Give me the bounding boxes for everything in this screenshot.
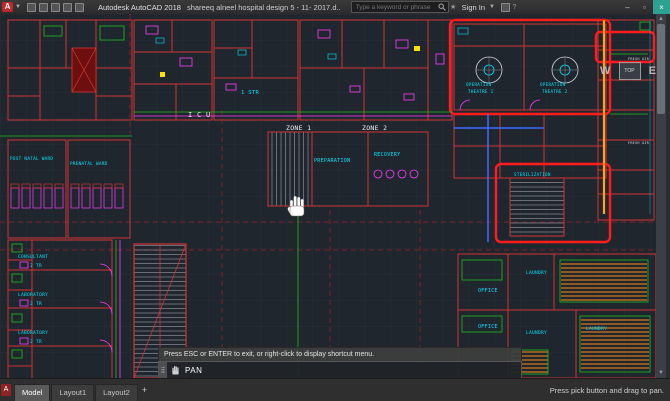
room-label: STERILIZATION [514, 172, 551, 177]
room-label: LABORATORY [18, 330, 48, 336]
scroll-up-icon[interactable]: ▲ [656, 14, 666, 24]
save-icon[interactable] [50, 2, 60, 12]
share-icon[interactable] [500, 2, 510, 12]
infocenter-search[interactable] [350, 1, 449, 13]
restore-button[interactable]: ▫ [636, 0, 653, 14]
room-label: CONSULTANT [18, 254, 48, 260]
tab-model[interactable]: Model [14, 384, 51, 401]
room-label: PRENATAL WARD [70, 161, 108, 167]
window-controls: – ▫ × [619, 0, 670, 14]
statusbar-hint: Press pick button and drag to pan. [549, 385, 664, 395]
search-icon[interactable] [438, 3, 447, 12]
search-input[interactable] [353, 2, 438, 12]
pan-command-icon [171, 365, 180, 375]
room-label: LAUNDRY [586, 326, 607, 332]
minimize-button[interactable]: – [619, 0, 636, 14]
drawing-canvas[interactable]: I C U 1 STR ZONE 1 ZONE 2 PREPARATION RECOVER… [0, 14, 656, 378]
room-label: OPERATION [540, 82, 566, 87]
titlebar: A ▼ Autodesk AutoCAD 2018 shareeq alneel… [0, 0, 670, 14]
sign-in-button[interactable]: Sign In ▼ [462, 3, 497, 12]
room-label: OFFICE [478, 288, 498, 294]
command-panel: Press ESC or ENTER to exit, or right-cli… [158, 347, 522, 379]
room-label: OPERATION [466, 82, 492, 87]
viewcube-west[interactable]: W [600, 65, 610, 77]
floor-plan: I C U 1 STR ZONE 1 ZONE 2 PREPARATION RECOVER… [0, 14, 656, 378]
tab-layout2[interactable]: Layout2 [95, 384, 138, 401]
statusbar: A Model Layout1 Layout2 + Press pick butto… [0, 378, 670, 401]
app-title: Autodesk AutoCAD 2018 [97, 2, 181, 12]
command-history-line: Press ESC or ENTER to exit, or right-cli… [158, 347, 522, 361]
autocad-logo-icon[interactable]: A [2, 2, 13, 12]
room-label: POST NATAL WARD [10, 156, 53, 162]
scrollbar-thumb[interactable] [657, 24, 665, 114]
room-label: THEATRE 1 [468, 89, 494, 94]
room-label: LAUNDRY [526, 270, 547, 276]
room-label: 2 TR [30, 339, 42, 345]
document-title: shareeq alneel hospital design 5 - 11- 2… [186, 2, 341, 12]
room-label: RECOVERY [374, 152, 400, 158]
room-label: I C U [188, 111, 211, 119]
room-label: PREPARATION [314, 158, 350, 164]
room-label: FRESH AIR [628, 141, 650, 145]
open-file-icon[interactable] [38, 2, 48, 12]
star-icon[interactable]: ★ [449, 3, 458, 12]
redo-icon[interactable] [74, 2, 84, 12]
command-input-row[interactable]: ⣿ PAN [158, 361, 522, 379]
viewcube-east[interactable]: E [649, 65, 656, 77]
room-label: 2 TR [30, 263, 42, 269]
room-label: OFFICE [478, 324, 498, 330]
room-label: THEATRE 2 [542, 89, 568, 94]
viewcube-top-face[interactable]: TOP [618, 62, 641, 80]
command-grip-icon[interactable]: ⣿ [159, 362, 167, 378]
help-icon[interactable]: ? [510, 3, 519, 12]
sign-in-caret-icon: ▼ [489, 4, 495, 10]
room-label: ZONE 1 [286, 124, 311, 132]
tab-layout1[interactable]: Layout1 [51, 384, 95, 401]
room-label: LAUNDRY [526, 330, 547, 336]
quick-access-toolbar [26, 2, 84, 12]
new-layout-button[interactable]: + [142, 385, 147, 395]
room-label: ZONE 2 [362, 124, 387, 132]
scroll-down-icon[interactable]: ▼ [656, 368, 666, 378]
room-label: 1 STR [241, 90, 259, 96]
layout-tabs: Model Layout1 Layout2 [14, 379, 139, 401]
active-command-label: PAN [185, 365, 203, 375]
room-label: LABORATORY [18, 292, 48, 298]
viewcube[interactable]: W TOP E [600, 58, 656, 84]
vertical-scrollbar[interactable]: ▲ ▼ [656, 14, 666, 378]
undo-icon[interactable] [62, 2, 72, 12]
app-menu-caret-icon[interactable]: ▼ [15, 4, 21, 10]
new-file-icon[interactable] [26, 2, 36, 12]
room-label: 2 TR [30, 301, 42, 307]
close-button[interactable]: × [653, 0, 670, 14]
statusbar-logo-icon: A [1, 384, 11, 396]
